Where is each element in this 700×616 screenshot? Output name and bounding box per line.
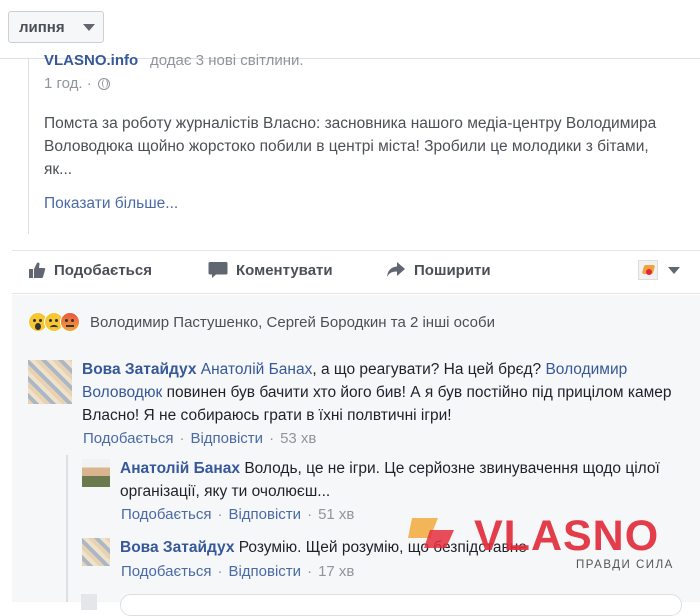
comment-text: , а що реагувати? На цей брєд? bbox=[312, 361, 542, 378]
page-name-link[interactable]: VLASNO.info bbox=[44, 52, 138, 69]
separator: · bbox=[307, 563, 313, 580]
comment-time[interactable]: 53 хв bbox=[280, 430, 316, 447]
chevron-down-icon bbox=[83, 24, 95, 31]
month-label: липня bbox=[19, 18, 65, 36]
reply-text: Розумію. Щей розумію, що безпідставне bbox=[238, 539, 527, 556]
post-action-text: додає 3 нові світлини. bbox=[150, 52, 304, 69]
post-text: Помста за роботу журналістів Власно: зас… bbox=[44, 112, 694, 181]
reply-body: Вова Затайдух Розумію. Щей розумію, що б… bbox=[120, 536, 660, 559]
comment-body: Вова Затайдух Анатолій Банах, а що реагу… bbox=[82, 358, 694, 427]
globe-icon bbox=[97, 77, 110, 90]
post-as-selector[interactable] bbox=[638, 260, 680, 280]
comment-label: Коментувати bbox=[236, 261, 333, 279]
post-text-line: як... bbox=[44, 161, 73, 178]
see-more-link[interactable]: Показати більше... bbox=[44, 195, 178, 213]
separator: · bbox=[307, 506, 313, 523]
reply-author[interactable]: Вова Затайдух bbox=[120, 539, 234, 556]
share-icon bbox=[387, 262, 405, 277]
post-text-line: Воловодюка щойно жорстоко побили в центр… bbox=[44, 138, 649, 155]
reply-thread-line bbox=[66, 455, 68, 602]
share-label: Поширити bbox=[414, 261, 491, 279]
angry-reaction-icon bbox=[60, 312, 80, 332]
comment-button[interactable]: Коментувати bbox=[208, 261, 333, 279]
month-dropdown[interactable]: липня bbox=[8, 11, 104, 43]
comment-icon bbox=[208, 262, 228, 278]
comment-reply-link[interactable]: Відповісти bbox=[190, 430, 263, 447]
comment-reply-link[interactable]: Відповісти bbox=[228, 506, 301, 523]
post-meta: 1 год. · bbox=[44, 75, 110, 92]
comment-like-link[interactable]: Подобається bbox=[83, 430, 173, 447]
post-text-line: Помста за роботу журналістів Власно: зас… bbox=[44, 115, 657, 132]
comment-mention[interactable]: Анатолій Банах bbox=[201, 361, 313, 378]
separator: · bbox=[217, 506, 223, 523]
comment-time[interactable]: 17 хв bbox=[318, 563, 354, 580]
avatar[interactable] bbox=[82, 538, 110, 566]
reply-input[interactable] bbox=[120, 594, 682, 616]
reply-actions: Подобається · Відповісти · 51 хв bbox=[121, 506, 354, 523]
separator: · bbox=[269, 430, 275, 447]
reaction-names: Володимир Пастушенко, Сергей Бородкин та… bbox=[90, 313, 495, 331]
chevron-down-icon bbox=[668, 266, 680, 274]
comment-time[interactable]: 51 хв bbox=[318, 506, 354, 523]
avatar[interactable] bbox=[28, 360, 72, 404]
comment-author[interactable]: Вова Затайдух bbox=[82, 361, 196, 378]
reactions-summary[interactable]: Володимир Пастушенко, Сергей Бородкин та… bbox=[28, 312, 495, 332]
like-button[interactable]: Подобається bbox=[28, 261, 152, 279]
reply-author[interactable]: Анатолій Банах bbox=[120, 460, 240, 477]
page-avatar bbox=[638, 260, 658, 280]
comment-like-link[interactable]: Подобається bbox=[121, 563, 211, 580]
share-button[interactable]: Поширити bbox=[386, 261, 491, 279]
reply-body: Анатолій Банах Володь, це не ігри. Це се… bbox=[120, 457, 660, 503]
comment-actions: Подобається · Відповісти · 53 хв bbox=[83, 430, 316, 447]
like-label: Подобається bbox=[54, 261, 152, 279]
comment-like-link[interactable]: Подобається bbox=[121, 506, 211, 523]
avatar[interactable] bbox=[82, 459, 110, 487]
reply-actions: Подобається · Відповісти · 17 хв bbox=[121, 563, 354, 580]
post-time[interactable]: 1 год. · bbox=[44, 75, 92, 92]
reply-avatar bbox=[81, 594, 97, 610]
thumbs-up-icon bbox=[29, 262, 46, 278]
separator: · bbox=[179, 430, 185, 447]
separator: · bbox=[217, 563, 223, 580]
comment-reply-link[interactable]: Відповісти bbox=[228, 563, 301, 580]
comment-text: повинен був бачити хто його бив! А я був… bbox=[82, 384, 672, 424]
